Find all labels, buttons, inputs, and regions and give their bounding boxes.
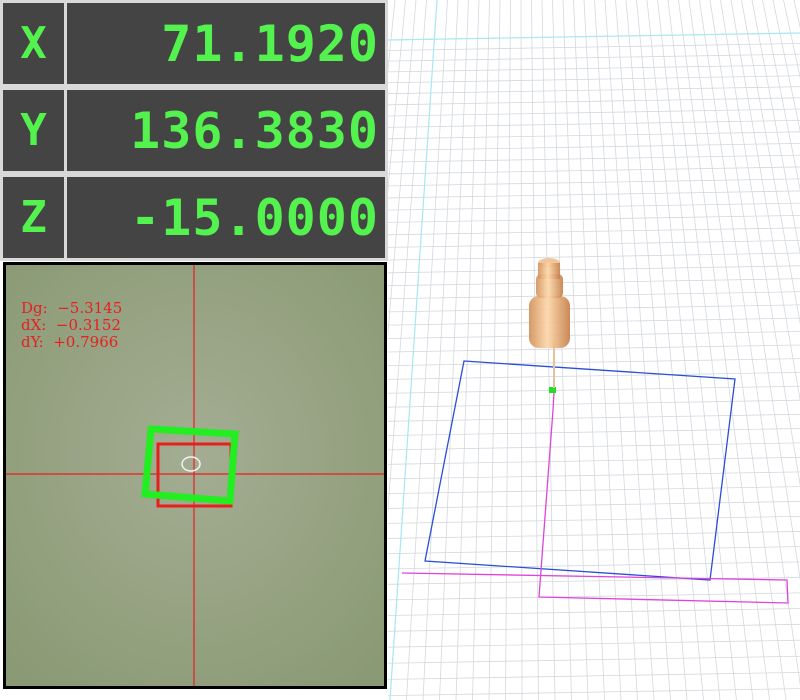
x-axis-label: X xyxy=(3,3,64,84)
tool-top xyxy=(538,263,560,279)
grid-line xyxy=(562,0,589,700)
grid-line xyxy=(388,119,800,128)
grid-line xyxy=(388,131,800,140)
grid-line xyxy=(388,655,800,664)
grid-line xyxy=(772,0,800,133)
x-axis-line xyxy=(388,32,800,41)
tool-body xyxy=(529,296,570,348)
grid-line xyxy=(388,265,800,274)
grid-line xyxy=(388,671,800,680)
grid-line xyxy=(388,371,800,380)
grid-line xyxy=(388,317,800,326)
grid-line xyxy=(388,486,800,494)
grid-line xyxy=(388,215,800,223)
grid-line xyxy=(583,0,622,700)
y-position-readout: 136.3830 xyxy=(67,90,385,171)
camera-view[interactable]: Dg: −5.3145 dX: −0.3152 dY: +0.7966 xyxy=(3,262,387,689)
grid-line xyxy=(388,97,800,106)
grid-line xyxy=(699,0,800,686)
grid-line xyxy=(388,64,800,73)
grid-line xyxy=(531,0,539,700)
grid-line xyxy=(730,0,800,402)
grid-line xyxy=(388,515,800,524)
viewport-canvas xyxy=(388,0,800,700)
dro-panel: X 71.1920 Y 136.3830 Z -15.0000 xyxy=(0,0,388,261)
grid-plane xyxy=(388,0,800,700)
grid-line xyxy=(388,688,800,697)
grid-line xyxy=(388,43,800,51)
dg-readout: Dg: −5.3145 xyxy=(21,299,123,317)
grid-line xyxy=(388,304,800,313)
grid-line xyxy=(709,0,800,581)
grid-line xyxy=(552,0,572,700)
grid-line xyxy=(388,143,800,151)
dx-readout: dX: −0.3152 xyxy=(21,316,121,334)
grid-line xyxy=(388,471,800,480)
grid-line xyxy=(388,501,800,509)
grid-line xyxy=(388,108,800,117)
z-axis-label: Z xyxy=(3,177,64,258)
grid-line xyxy=(388,623,800,632)
grid-line xyxy=(439,0,469,700)
grid-line xyxy=(388,639,800,648)
grid-line xyxy=(388,202,800,211)
grid-line xyxy=(388,385,800,394)
grid-line xyxy=(388,608,800,616)
grid-line xyxy=(573,0,605,700)
grid-line xyxy=(388,546,800,554)
grid-line xyxy=(388,399,800,408)
grid-line xyxy=(388,239,800,248)
grid-line xyxy=(388,75,800,84)
grid-line xyxy=(422,0,459,700)
grid-line xyxy=(388,291,800,300)
y-axis-label: Y xyxy=(3,90,64,171)
grid-line xyxy=(388,413,800,422)
grid-line xyxy=(388,53,800,62)
grid-line xyxy=(751,0,800,255)
grid-line xyxy=(594,0,638,700)
dy-readout: dY: +0.7966 xyxy=(21,333,119,351)
grid-line xyxy=(406,0,448,700)
z-position-readout: -15.0000 xyxy=(67,177,385,258)
grid-line xyxy=(388,278,800,287)
grid-line xyxy=(388,331,800,339)
x-position-readout: 71.1920 xyxy=(67,3,385,84)
grid-line xyxy=(388,86,800,95)
3d-viewport[interactable] xyxy=(388,0,800,700)
grid-line xyxy=(388,531,800,539)
grid-line xyxy=(388,252,800,261)
grid-line xyxy=(388,358,800,367)
grid-line xyxy=(455,0,480,700)
grid-line xyxy=(388,344,800,353)
grid-line xyxy=(388,227,800,236)
